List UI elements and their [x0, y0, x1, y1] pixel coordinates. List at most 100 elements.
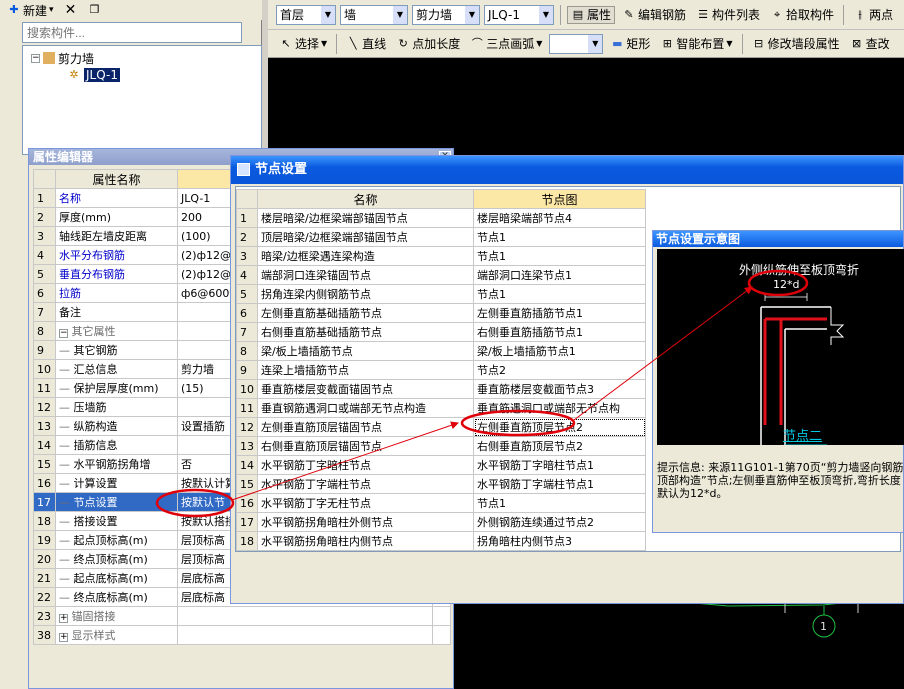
- node-diagram-cell[interactable]: 楼层暗梁端部节点4: [473, 208, 646, 228]
- node-diagram-cell[interactable]: 左侧垂直筋顶层节点2: [473, 417, 646, 437]
- node-row[interactable]: 10 垂直筋楼层变截面锚固节点 垂直筋楼层变截面节点3: [236, 379, 646, 399]
- node-row[interactable]: 2 顶层暗梁/边框梁端部锚固节点 节点1: [236, 227, 646, 247]
- node-name: 顶层暗梁/边框梁端部锚固节点: [257, 227, 474, 247]
- row-number: 12: [236, 417, 258, 437]
- pick-component-button[interactable]: ⌖ 拾取构件: [767, 6, 837, 24]
- line-button[interactable]: ╲ 直线: [343, 35, 389, 53]
- floor-select[interactable]: 首层 ▼: [276, 4, 336, 25]
- edit-rebar-button[interactable]: ✎ 编辑钢筋: [619, 6, 689, 24]
- node-row[interactable]: 7 右侧垂直筋基础插筋节点 右侧垂直筋插筋节点1: [236, 322, 646, 342]
- property-icon: ▤: [572, 7, 584, 21]
- property-value[interactable]: [177, 625, 433, 645]
- row-number: 18: [236, 531, 258, 551]
- node-diagram-cell[interactable]: 梁/板上墙插筋节点1: [473, 341, 646, 361]
- node-row[interactable]: 13 右侧垂直筋顶层锚固节点 右侧垂直筋顶层节点2: [236, 436, 646, 456]
- node-row[interactable]: 14 水平钢筋丁字暗柱节点 水平钢筋丁字暗柱节点1: [236, 455, 646, 475]
- row-number: 11: [236, 398, 258, 418]
- row-number: 1: [33, 188, 56, 208]
- property-row[interactable]: 23 + 锚固搭接: [33, 606, 451, 626]
- smart-layout-button[interactable]: ⊞ 智能布置 ▼: [657, 35, 735, 53]
- node-row[interactable]: 15 水平钢筋丁字端柱节点 水平钢筋丁字端柱节点1: [236, 474, 646, 494]
- delete-button[interactable]: ✕: [61, 1, 81, 19]
- row-number: 9: [33, 340, 56, 360]
- expand-icon[interactable]: +: [59, 614, 68, 623]
- node-diagram-cell[interactable]: 左侧垂直筋插筋节点1: [473, 303, 646, 323]
- node-diagram-cell[interactable]: 节点1: [473, 284, 646, 304]
- expand-icon[interactable]: +: [59, 633, 68, 642]
- node-row[interactable]: 17 水平钢筋拐角暗柱外侧节点 外侧钢筋连续通过节点2: [236, 512, 646, 532]
- node-row[interactable]: 4 端部洞口连梁锚固节点 端部洞口连梁节点1: [236, 265, 646, 285]
- node-row[interactable]: 6 左侧垂直筋基础插筋节点 左侧垂直筋插筋节点1: [236, 303, 646, 323]
- new-button[interactable]: ✚ 新建 ▾: [4, 1, 57, 19]
- row-number-header: [236, 189, 258, 209]
- collapse-icon[interactable]: −: [31, 53, 40, 63]
- row-number: 5: [236, 284, 258, 304]
- node-diagram-cell[interactable]: 垂直筋遇洞口或端部无节点构: [473, 398, 646, 418]
- node-row[interactable]: 16 水平钢筋丁字无柱节点 节点1: [236, 493, 646, 513]
- tree-node-shear-wall[interactable]: − 剪力墙: [31, 50, 94, 66]
- axis-marker-label: 1: [820, 620, 827, 633]
- row-number: 16: [236, 493, 258, 513]
- node-name: 水平钢筋丁字端柱节点: [257, 474, 474, 494]
- node-row[interactable]: 1 楼层暗梁/边框梁端部锚固节点 楼层暗梁端部节点4: [236, 208, 646, 228]
- node-row[interactable]: 5 拐角连梁内侧钢筋节点 节点1: [236, 284, 646, 304]
- node-diagram-cell[interactable]: 水平钢筋丁字暗柱节点1: [473, 455, 646, 475]
- point-length-button[interactable]: ↻ 点加长度: [393, 35, 463, 53]
- row-number: 38: [33, 625, 56, 645]
- node-diagram-cell[interactable]: 外侧钢筋连续通过节点2: [473, 512, 646, 532]
- check-button[interactable]: ⊠ 查改: [847, 35, 893, 53]
- property-value[interactable]: [177, 606, 433, 626]
- component-select[interactable]: JLQ-1 ▼: [484, 4, 554, 25]
- node-row[interactable]: 18 水平钢筋拐角暗柱内侧节点 拐角暗柱内侧节点3: [236, 531, 646, 551]
- attach-cell: [432, 625, 451, 645]
- three-point-arc-button[interactable]: ⌒ 三点画弧 ▼: [467, 35, 545, 53]
- tree-node-jlq1[interactable]: ✲ JLQ-1: [67, 67, 120, 83]
- modify-wall-button[interactable]: ⊟ 修改墙段属性: [749, 35, 843, 53]
- node-diagram-cell[interactable]: 右侧垂直筋顶层节点2: [473, 436, 646, 456]
- node-diagram-cell[interactable]: 垂直筋楼层变截面节点3: [473, 379, 646, 399]
- node-diagram-cell[interactable]: 节点1: [473, 246, 646, 266]
- select-button[interactable]: ↖ 选择 ▼: [276, 35, 330, 53]
- collapse-icon[interactable]: −: [59, 329, 68, 338]
- node-row[interactable]: 9 连梁上墙插筋节点 节点2: [236, 360, 646, 380]
- toolbar-divider: [843, 4, 845, 25]
- category-select[interactable]: 墙 ▼: [340, 4, 408, 25]
- node-diagram-cell[interactable]: 节点1: [473, 493, 646, 513]
- rect-label: 矩形: [626, 37, 651, 51]
- line-icon: ╲: [349, 36, 357, 50]
- row-number: 5: [33, 264, 56, 284]
- copy-button[interactable]: ❐: [85, 1, 105, 19]
- node-diagram-cell[interactable]: 端部洞口连梁节点1: [473, 265, 646, 285]
- rect-button[interactable]: ▬ 矩形: [607, 35, 653, 53]
- node-name: 右侧垂直筋基础插筋节点: [257, 322, 474, 342]
- component-value: JLQ-1: [488, 7, 520, 22]
- row-number: 15: [33, 454, 56, 474]
- node-row[interactable]: 8 梁/板上墙插筋节点 梁/板上墙插筋节点1: [236, 341, 646, 361]
- row-number-header: [33, 169, 56, 189]
- node-diagram-cell[interactable]: 节点2: [473, 360, 646, 380]
- point-length-icon: ↻: [398, 36, 408, 50]
- node-diagram-cell[interactable]: 水平钢筋丁字端柱节点1: [473, 474, 646, 494]
- node-row[interactable]: 12 左侧垂直筋顶层锚固节点 左侧垂直筋顶层节点2: [236, 417, 646, 437]
- node-diagram-cell[interactable]: 拐角暗柱内侧节点3: [473, 531, 646, 551]
- two-points-button[interactable]: ⫲ 两点: [850, 6, 896, 24]
- node-row[interactable]: 11 垂直钢筋遇洞口或端部无节点构造 垂直筋遇洞口或端部无节点构: [236, 398, 646, 418]
- property-row[interactable]: 38 + 显示样式: [33, 625, 451, 645]
- node-name: 楼层暗梁/边框梁端部锚固节点: [257, 208, 474, 228]
- two-points-label: 两点: [869, 8, 894, 22]
- search-input[interactable]: [22, 22, 242, 43]
- node-diagram-cell[interactable]: 右侧垂直筋插筋节点1: [473, 322, 646, 342]
- arc-icon: ⌒: [471, 36, 483, 50]
- new-button-label: 新建: [23, 3, 48, 18]
- arc-mode-select[interactable]: ▼: [549, 33, 604, 54]
- node-row[interactable]: 3 暗梁/边框梁遇连梁构造 节点1: [236, 246, 646, 266]
- node-name: 右侧垂直筋顶层锚固节点: [257, 436, 474, 456]
- row-number: 10: [33, 359, 56, 379]
- cursor-icon: ↖: [281, 36, 291, 50]
- component-list-button[interactable]: ☰ 构件列表: [693, 6, 763, 24]
- property-button[interactable]: ▤ 属性: [567, 5, 616, 24]
- row-number: 8: [236, 341, 258, 361]
- type-select[interactable]: 剪力墙 ▼: [412, 4, 480, 25]
- select-label: 选择: [295, 37, 320, 51]
- node-diagram-cell[interactable]: 节点1: [473, 227, 646, 247]
